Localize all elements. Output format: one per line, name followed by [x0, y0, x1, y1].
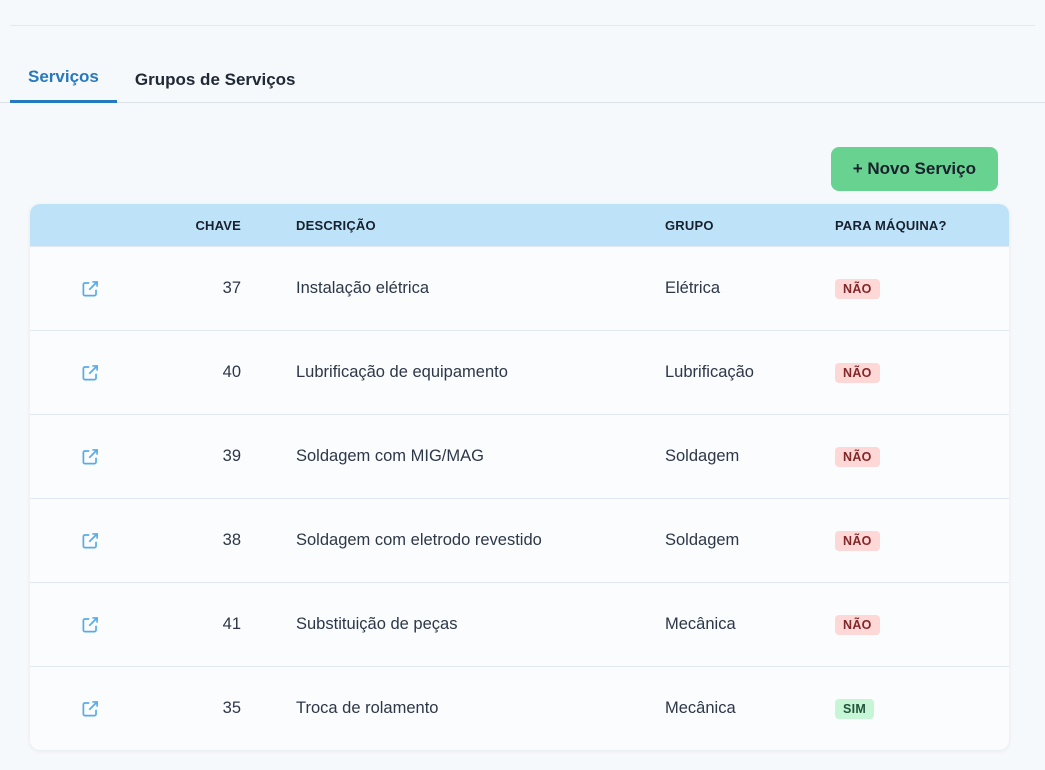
table-row: 37 Instalação elétrica Elétrica NÃO	[30, 246, 1009, 330]
para-maquina-badge: NÃO	[835, 447, 880, 467]
new-service-button[interactable]: + Novo Serviço	[831, 147, 998, 191]
external-link-icon	[82, 364, 99, 381]
table-row: 39 Soldagem com MIG/MAG Soldagem NÃO	[30, 414, 1009, 498]
cell-grupo: Soldagem	[640, 447, 835, 466]
para-maquina-badge: NÃO	[835, 363, 880, 383]
cell-descricao: Soldagem com MIG/MAG	[271, 447, 640, 466]
cell-grupo: Soldagem	[640, 531, 835, 550]
tab-grupos-de-servicos[interactable]: Grupos de Serviços	[117, 66, 314, 103]
open-service-button[interactable]	[78, 529, 102, 553]
cell-chave: 37	[150, 279, 271, 298]
cell-chave: 35	[150, 699, 271, 718]
cell-descricao: Instalação elétrica	[271, 279, 640, 298]
header-grupo: GRUPO	[640, 218, 835, 233]
tabs-bar: Serviços Grupos de Serviços	[0, 63, 1045, 103]
cell-descricao: Lubrificação de equipamento	[271, 363, 640, 382]
table-row: 41 Substituição de peças Mecânica NÃO	[30, 582, 1009, 666]
external-link-icon	[82, 700, 99, 717]
cell-grupo: Mecânica	[640, 699, 835, 718]
cell-chave: 38	[150, 531, 271, 550]
cell-chave: 39	[150, 447, 271, 466]
open-service-button[interactable]	[78, 445, 102, 469]
top-divider	[10, 25, 1035, 26]
open-service-button[interactable]	[78, 697, 102, 721]
cell-grupo: Lubrificação	[640, 363, 835, 382]
header-para-maquina: PARA MÁQUINA?	[835, 218, 1009, 233]
tab-servicos[interactable]: Serviços	[10, 63, 117, 103]
cell-grupo: Elétrica	[640, 279, 835, 298]
table-row: 35 Troca de rolamento Mecânica SIM	[30, 666, 1009, 750]
open-service-button[interactable]	[78, 361, 102, 385]
cell-chave: 41	[150, 615, 271, 634]
open-service-button[interactable]	[78, 613, 102, 637]
para-maquina-badge: NÃO	[835, 615, 880, 635]
table-header-row: CHAVE DESCRIÇÃO GRUPO PARA MÁQUINA?	[30, 204, 1009, 246]
open-service-button[interactable]	[78, 277, 102, 301]
cell-grupo: Mecânica	[640, 615, 835, 634]
external-link-icon	[82, 280, 99, 297]
toolbar: + Novo Serviço	[0, 147, 1045, 191]
para-maquina-badge: SIM	[835, 699, 874, 719]
para-maquina-badge: NÃO	[835, 531, 880, 551]
para-maquina-badge: NÃO	[835, 279, 880, 299]
cell-descricao: Substituição de peças	[271, 615, 640, 634]
cell-chave: 40	[150, 363, 271, 382]
header-chave: CHAVE	[150, 218, 271, 233]
external-link-icon	[82, 532, 99, 549]
services-table: CHAVE DESCRIÇÃO GRUPO PARA MÁQUINA? 37 I…	[30, 204, 1009, 750]
external-link-icon	[82, 616, 99, 633]
external-link-icon	[82, 448, 99, 465]
table-row: 40 Lubrificação de equipamento Lubrifica…	[30, 330, 1009, 414]
cell-descricao: Soldagem com eletrodo revestido	[271, 531, 640, 550]
header-descricao: DESCRIÇÃO	[271, 218, 640, 233]
cell-descricao: Troca de rolamento	[271, 699, 640, 718]
table-row: 38 Soldagem com eletrodo revestido Solda…	[30, 498, 1009, 582]
